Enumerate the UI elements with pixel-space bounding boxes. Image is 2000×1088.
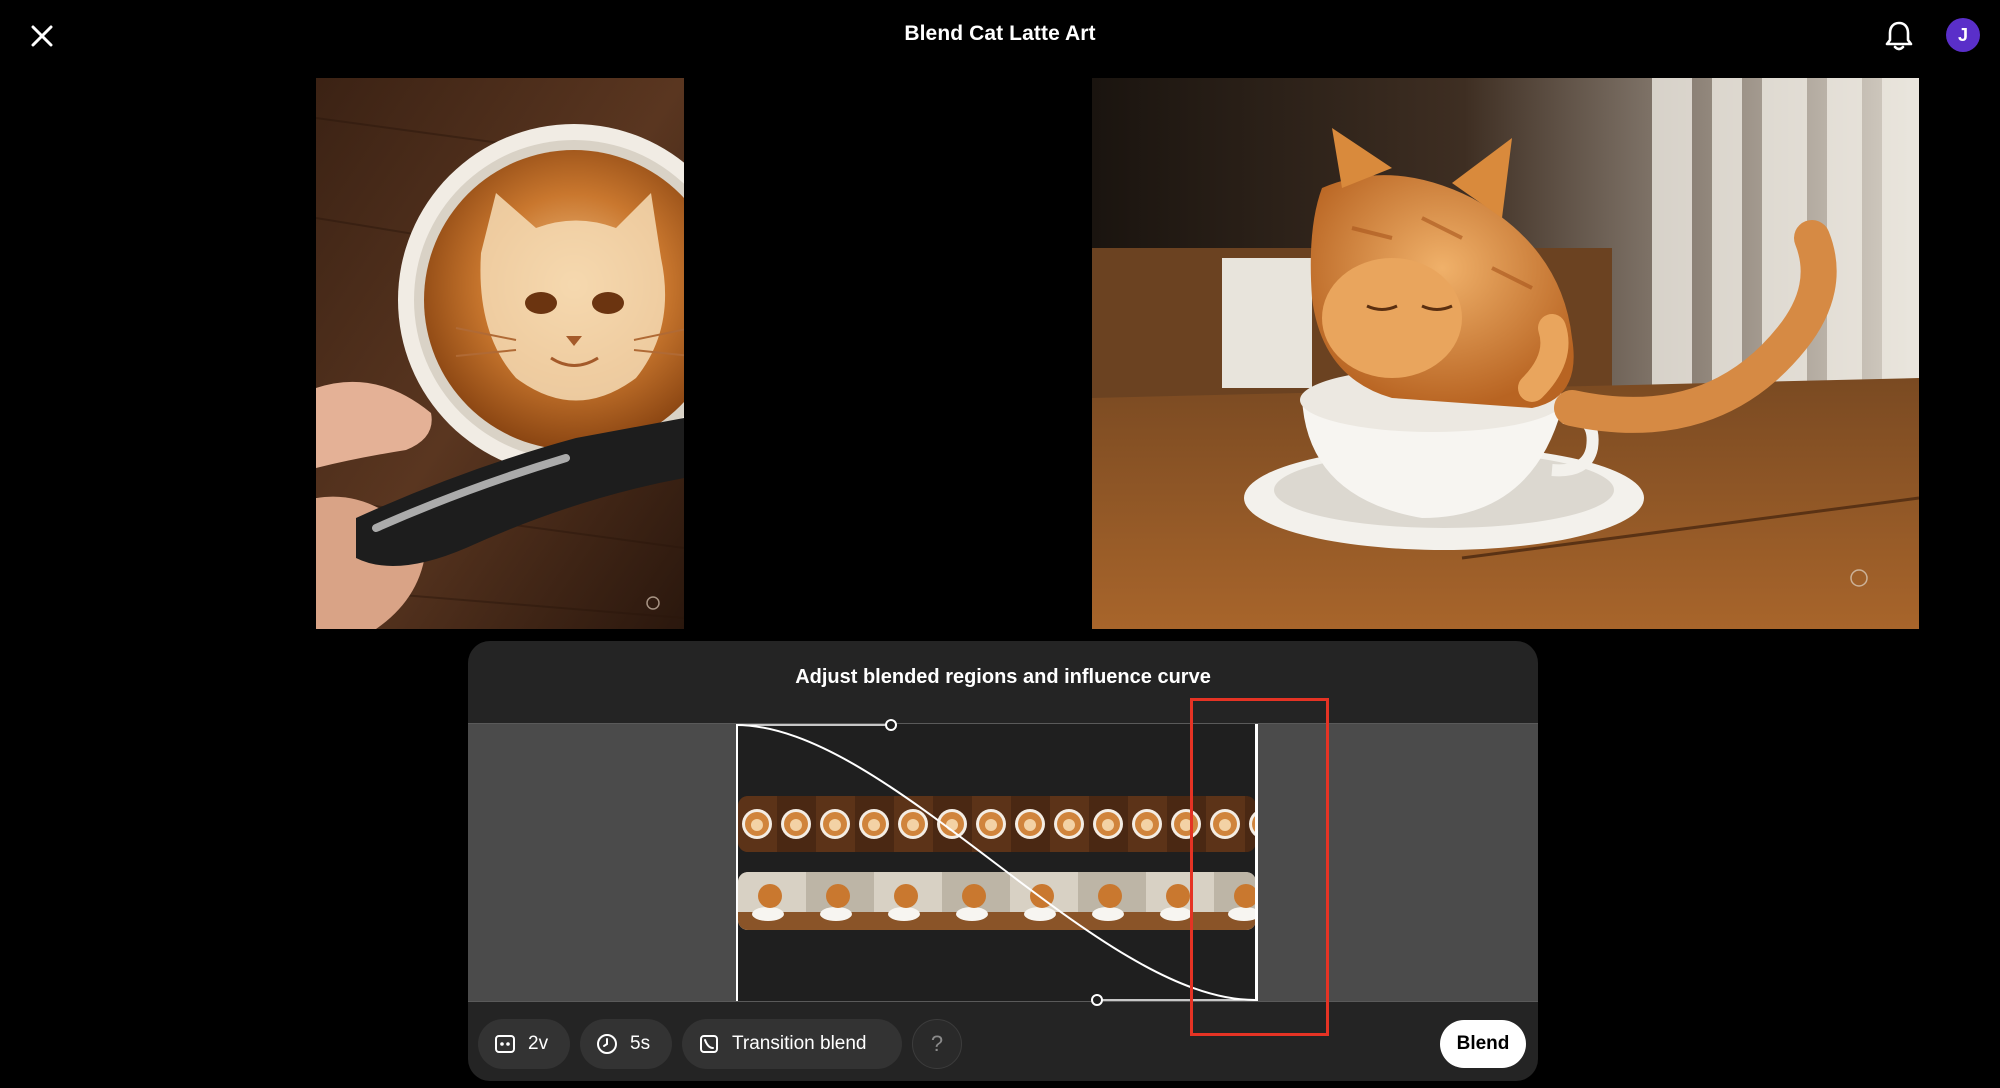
transition-icon bbox=[700, 1035, 718, 1053]
blend-button[interactable]: Blend bbox=[1440, 1020, 1526, 1068]
latte-art-cat-image bbox=[316, 78, 684, 629]
transition-blend-button[interactable]: Transition blend bbox=[682, 1019, 902, 1069]
curve-control-point-end[interactable] bbox=[1091, 994, 1103, 1006]
duration-button[interactable]: 5s bbox=[580, 1019, 672, 1069]
transition-label: Transition blend bbox=[732, 1033, 867, 1054]
cat-drinking-coffee-image bbox=[1092, 78, 1919, 629]
help-icon: ? bbox=[930, 1031, 944, 1056]
help-button[interactable]: ? bbox=[912, 1019, 962, 1069]
avatar[interactable]: J bbox=[1946, 18, 1980, 52]
video-count-icon bbox=[495, 1035, 515, 1053]
avatar-initial: J bbox=[1957, 24, 1968, 45]
blend-timeline[interactable] bbox=[468, 719, 1538, 1006]
panel-title: Adjust blended regions and influence cur… bbox=[795, 666, 1211, 688]
page-title: Blend Cat Latte Art bbox=[904, 22, 1096, 45]
curve-control-point-start[interactable] bbox=[885, 719, 897, 731]
blend-button-label: Blend bbox=[1456, 1033, 1510, 1054]
video-count-button[interactable]: 2v bbox=[478, 1019, 570, 1069]
clock-icon bbox=[597, 1034, 617, 1054]
video-count-label: 2v bbox=[528, 1033, 549, 1054]
blend-editor: Blend Cat Latte Art J Adjust blended reg… bbox=[0, 0, 2000, 1088]
duration-label: 5s bbox=[630, 1033, 651, 1054]
blend-panel: Adjust blended regions and influence cur… bbox=[468, 641, 1538, 1081]
influence-curve[interactable] bbox=[468, 724, 1538, 1001]
notifications-button[interactable] bbox=[1880, 17, 1918, 55]
bell-icon bbox=[1885, 21, 1913, 51]
